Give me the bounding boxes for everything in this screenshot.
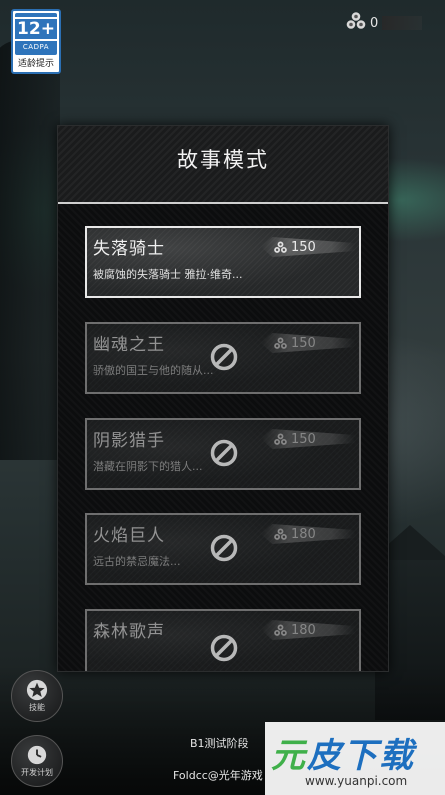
- story-description: 远古的禁忌魔法...: [93, 555, 181, 568]
- story-title: 阴影猎手: [93, 431, 165, 451]
- site-watermark: 元皮下载 www.yuanpi.com: [265, 722, 445, 795]
- trefoil-gem-icon: [274, 433, 287, 445]
- story-cost-value: 180: [291, 526, 316, 542]
- story-cost: 180: [261, 524, 355, 544]
- panel-header: 故事模式: [58, 126, 388, 204]
- trefoil-gem-icon: [274, 624, 287, 636]
- trefoil-gem-icon: [274, 337, 287, 349]
- currency-bar: [382, 16, 423, 30]
- story-description: 骄傲的国王与他的随从...: [93, 364, 214, 377]
- story-card-fire-giant[interactable]: 火焰巨人 180 远古的禁忌魔法...: [85, 513, 361, 585]
- build-stage-label: B1测试阶段: [190, 737, 249, 750]
- story-cost-value: 150: [291, 335, 316, 351]
- trefoil-gem-icon: [345, 10, 367, 36]
- story-cost-value: 150: [291, 431, 316, 447]
- credit-label: Foldcc@光年游戏: [173, 769, 263, 782]
- locked-icon: [210, 534, 238, 562]
- story-description: 潜藏在阴影下的猎人...: [93, 460, 203, 473]
- story-cost-value: 180: [291, 622, 316, 638]
- story-title: 幽魂之王: [93, 335, 165, 355]
- locked-icon: [210, 343, 238, 371]
- age-rating-number: 12+: [13, 17, 59, 41]
- skills-label: 技能: [29, 703, 45, 712]
- story-title: 森林歌声: [93, 622, 165, 642]
- clock-icon: [27, 745, 47, 765]
- watermark-brand-b: 皮: [307, 736, 343, 776]
- currency-display: 0: [345, 10, 423, 36]
- dev-plan-label: 开发计划: [21, 768, 53, 777]
- background-figure: [0, 40, 60, 460]
- story-cost: 150: [261, 237, 355, 257]
- watermark-url: www.yuanpi.com: [305, 774, 408, 788]
- story-cost: 180: [261, 620, 355, 640]
- story-card-ghost-king[interactable]: 幽魂之王 150 骄傲的国王与他的随从...: [85, 322, 361, 394]
- watermark-brand: 元皮下载: [271, 728, 415, 777]
- skills-button[interactable]: 技能: [11, 670, 63, 722]
- star-icon: [26, 679, 48, 701]
- currency-value: 0: [370, 15, 379, 31]
- trefoil-gem-icon: [274, 528, 287, 540]
- dev-plan-button[interactable]: 开发计划: [11, 735, 63, 787]
- watermark-brand-c: 下载: [343, 736, 415, 776]
- story-cost: 150: [261, 429, 355, 449]
- locked-icon: [210, 439, 238, 467]
- trefoil-gem-icon: [274, 241, 287, 253]
- age-rating-org: CADPA: [22, 43, 50, 51]
- locked-icon: [210, 634, 238, 662]
- panel-title: 故事模式: [177, 148, 269, 172]
- age-rating-badge[interactable]: 12+ CADPA 适龄提示: [11, 9, 61, 74]
- story-card-lost-knight[interactable]: 失落骑士 150 被腐蚀的失落骑士 雅拉·维奇...: [85, 226, 361, 298]
- story-cost-value: 150: [291, 239, 316, 255]
- story-title: 失落骑士: [93, 239, 165, 259]
- age-rating-top: 12+ CADPA: [13, 13, 59, 55]
- watermark-brand-a: 元: [271, 736, 307, 776]
- story-card-forest-song[interactable]: 森林歌声 180: [85, 609, 361, 671]
- story-title: 火焰巨人: [93, 526, 165, 546]
- story-card-shadow-hunter[interactable]: 阴影猎手 150 潜藏在阴影下的猎人...: [85, 418, 361, 490]
- age-rating-tip: 适龄提示: [17, 59, 54, 69]
- story-mode-panel: 故事模式 失落骑士 150 被腐蚀的失落骑士 雅拉·维奇... 幽魂之王 150: [57, 125, 389, 672]
- story-cost: 150: [261, 333, 355, 353]
- game-screen: 12+ CADPA 适龄提示 0 故事模式 失落骑士 150 被腐蚀的失落骑士 …: [0, 0, 445, 795]
- story-description: 被腐蚀的失落骑士 雅拉·维奇...: [93, 268, 243, 281]
